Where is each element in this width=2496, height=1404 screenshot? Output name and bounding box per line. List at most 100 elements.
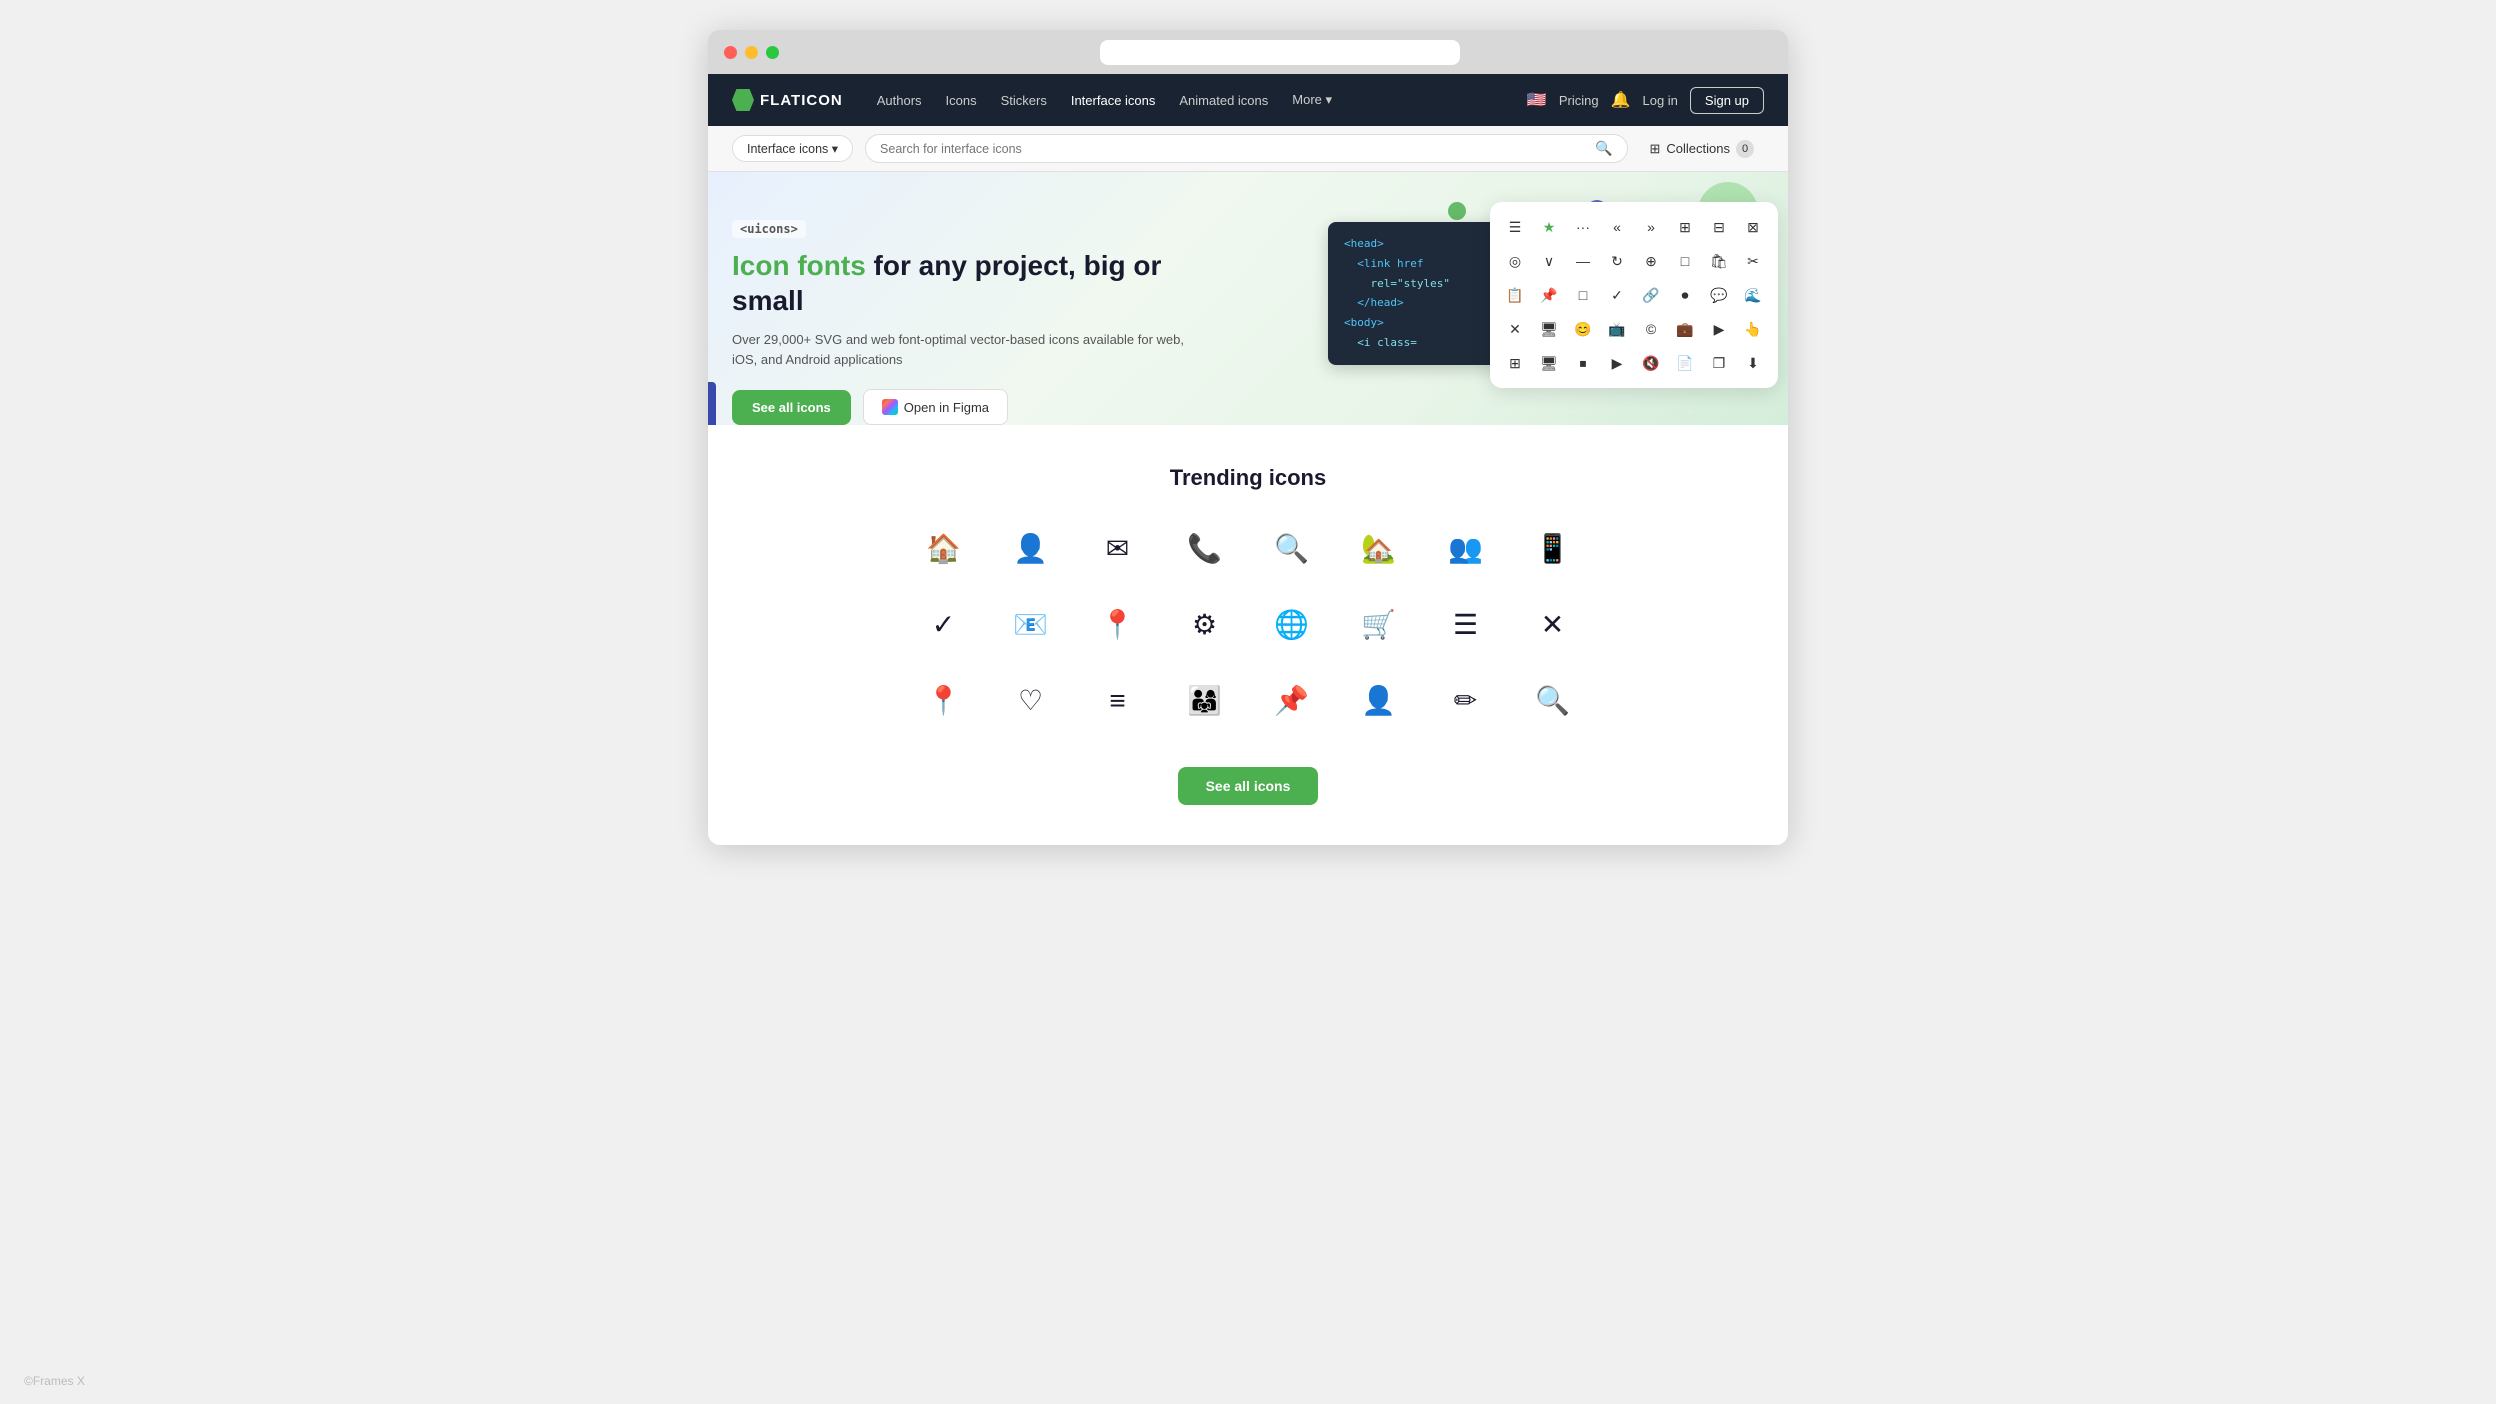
icon-check[interactable]: ✓ (908, 599, 979, 651)
language-flag[interactable]: 🇺🇸 (1527, 90, 1547, 110)
float-icon-bag[interactable]: 🛍 (1704, 246, 1734, 276)
icon-close[interactable]: ✕ (1517, 599, 1588, 651)
float-icon-mute[interactable]: 🔇 (1636, 348, 1666, 378)
notifications-icon[interactable]: 🔔 (1611, 90, 1631, 110)
float-icon-copyright[interactable]: © (1636, 314, 1666, 344)
icon-heart[interactable]: ♡ (995, 675, 1066, 727)
filter-label: Interface icons ▾ (747, 141, 838, 156)
float-icon-box[interactable]: □ (1568, 280, 1598, 310)
float-icon-doc[interactable]: 📄 (1670, 348, 1700, 378)
nav-animated-icons[interactable]: Animated icons (1169, 87, 1278, 114)
float-icon-download[interactable]: ⬇ (1738, 348, 1768, 378)
icon-call[interactable]: 📞 (1169, 523, 1240, 575)
maximize-button[interactable] (766, 46, 779, 59)
float-icon-stop[interactable]: ⏹ (1568, 348, 1598, 378)
float-icon-chat[interactable]: 💬 (1704, 280, 1734, 310)
float-icon-hand[interactable]: 👆 (1738, 314, 1768, 344)
float-icon-grid1[interactable]: ⊞ (1670, 212, 1700, 242)
icon-users[interactable]: 👥 (1430, 523, 1501, 575)
icon-phone[interactable]: 📱 (1517, 523, 1588, 575)
login-link[interactable]: Log in (1642, 93, 1677, 108)
float-icon-prev[interactable]: « (1602, 212, 1632, 242)
icon-user[interactable]: 👤 (995, 523, 1066, 575)
float-icon-dots[interactable]: ··· (1568, 212, 1598, 242)
float-icon-screen[interactable]: 🖥 (1534, 348, 1564, 378)
trending-icons-row-3: 📍 ♡ ≡ 👨‍👩‍👧 📌 👤 ✏ 🔍 (908, 675, 1588, 727)
icon-globe[interactable]: 🌐 (1256, 599, 1327, 651)
signup-button[interactable]: Sign up (1690, 87, 1764, 114)
see-all-icons-button[interactable]: See all icons (732, 390, 851, 425)
float-icon-scissors[interactable]: ✂ (1738, 246, 1768, 276)
nav-more[interactable]: More ▾ (1282, 86, 1342, 114)
float-icon-link[interactable]: 🔗 (1636, 280, 1666, 310)
close-button[interactable] (724, 46, 737, 59)
float-icon-refresh[interactable]: ↻ (1602, 246, 1632, 276)
collections-button[interactable]: ⊞ Collections 0 (1640, 135, 1765, 163)
nav-authors[interactable]: Authors (867, 87, 932, 114)
float-icon-monitor[interactable]: 🖥 (1534, 314, 1564, 344)
trending-title: Trending icons (732, 465, 1764, 491)
icon-map-pin[interactable]: 📌 (1256, 675, 1327, 727)
float-icon-layers[interactable]: ❐ (1704, 348, 1734, 378)
float-icon-circle[interactable]: ◎ (1500, 246, 1530, 276)
float-icon-pin[interactable]: 📌 (1534, 280, 1564, 310)
float-icon-briefcase[interactable]: 💼 (1670, 314, 1700, 344)
float-icon-grid3[interactable]: ⊠ (1738, 212, 1768, 242)
float-icon-apps[interactable]: ⊞ (1500, 348, 1530, 378)
pricing-link[interactable]: Pricing (1559, 93, 1599, 108)
url-input[interactable]: flaticon.com/uicons/interface-icons (1100, 40, 1460, 65)
search-icon[interactable]: 🔍 (1595, 140, 1612, 157)
float-icon-circle2[interactable]: ⏺ (1670, 280, 1700, 310)
icon-mail[interactable]: ✉ (1082, 523, 1153, 575)
see-all-button[interactable]: See all icons (1178, 767, 1319, 805)
float-icon-check[interactable]: ∨ (1534, 246, 1564, 276)
float-icon-water[interactable]: 🌊 (1738, 280, 1768, 310)
nav-icons[interactable]: Icons (936, 87, 987, 114)
icon-pin[interactable]: 📍 (908, 675, 979, 727)
float-icon-cursor[interactable]: ▶ (1704, 314, 1734, 344)
collections-grid-icon: ⊞ (1650, 141, 1661, 157)
code-line-5: <body> (1344, 313, 1532, 333)
page-sidebar-indicator (708, 382, 716, 425)
search-row: Interface icons ▾ 🔍 ⊞ Collections 0 (708, 126, 1788, 172)
nav-stickers[interactable]: Stickers (991, 87, 1057, 114)
float-icon-next[interactable]: » (1636, 212, 1666, 242)
float-icon-copy[interactable]: 📋 (1500, 280, 1530, 310)
icon-person[interactable]: 👤 (1343, 675, 1414, 727)
float-icon-smile[interactable]: 😊 (1568, 314, 1598, 344)
minimize-button[interactable] (745, 46, 758, 59)
float-icon-grid2[interactable]: ⊟ (1704, 212, 1734, 242)
icon-search[interactable]: 🔍 (1256, 523, 1327, 575)
icon-edit[interactable]: ✏ (1430, 675, 1501, 727)
icon-menu[interactable]: ☰ (1430, 599, 1501, 651)
navbar-right: 🇺🇸 Pricing 🔔 Log in Sign up (1527, 87, 1764, 114)
icon-settings[interactable]: ⚙ (1169, 599, 1240, 651)
icon-group[interactable]: 👨‍👩‍👧 (1169, 675, 1240, 727)
collections-count: 0 (1736, 140, 1754, 158)
float-icon-minus[interactable]: — (1568, 246, 1598, 276)
float-icon-x[interactable]: ✕ (1500, 314, 1530, 344)
icon-zoom[interactable]: 🔍 (1517, 675, 1588, 727)
icon-location[interactable]: 📍 (1082, 599, 1153, 651)
float-icon-plus[interactable]: ⊕ (1636, 246, 1666, 276)
hero-title-accent: Icon fonts (732, 250, 866, 281)
brand-name: FLATICON (760, 92, 843, 109)
icon-house[interactable]: 🏡 (1343, 523, 1414, 575)
float-icon-square[interactable]: □ (1670, 246, 1700, 276)
search-input[interactable] (880, 142, 1587, 156)
float-icon-tick[interactable]: ✓ (1602, 280, 1632, 310)
float-icon-play[interactable]: ▶ (1602, 348, 1632, 378)
icon-lines[interactable]: ≡ (1082, 675, 1153, 727)
nav-interface-icons[interactable]: Interface icons (1061, 87, 1166, 114)
icon-cart[interactable]: 🛒 (1343, 599, 1414, 651)
icon-envelope[interactable]: 📧 (995, 599, 1066, 651)
filter-pill[interactable]: Interface icons ▾ (732, 135, 853, 162)
float-icon-star[interactable]: ★ (1534, 212, 1564, 242)
open-in-figma-button[interactable]: Open in Figma (863, 389, 1008, 425)
float-icon-menu[interactable]: ☰ (1500, 212, 1530, 242)
code-line-6: <i class= (1344, 333, 1532, 353)
icon-home[interactable]: 🏠 (908, 523, 979, 575)
float-icon-tv[interactable]: 📺 (1602, 314, 1632, 344)
page-wrapper: flaticon.com/uicons/interface-icons FLAT… (0, 0, 2496, 1404)
brand-logo[interactable]: FLATICON (732, 89, 843, 111)
